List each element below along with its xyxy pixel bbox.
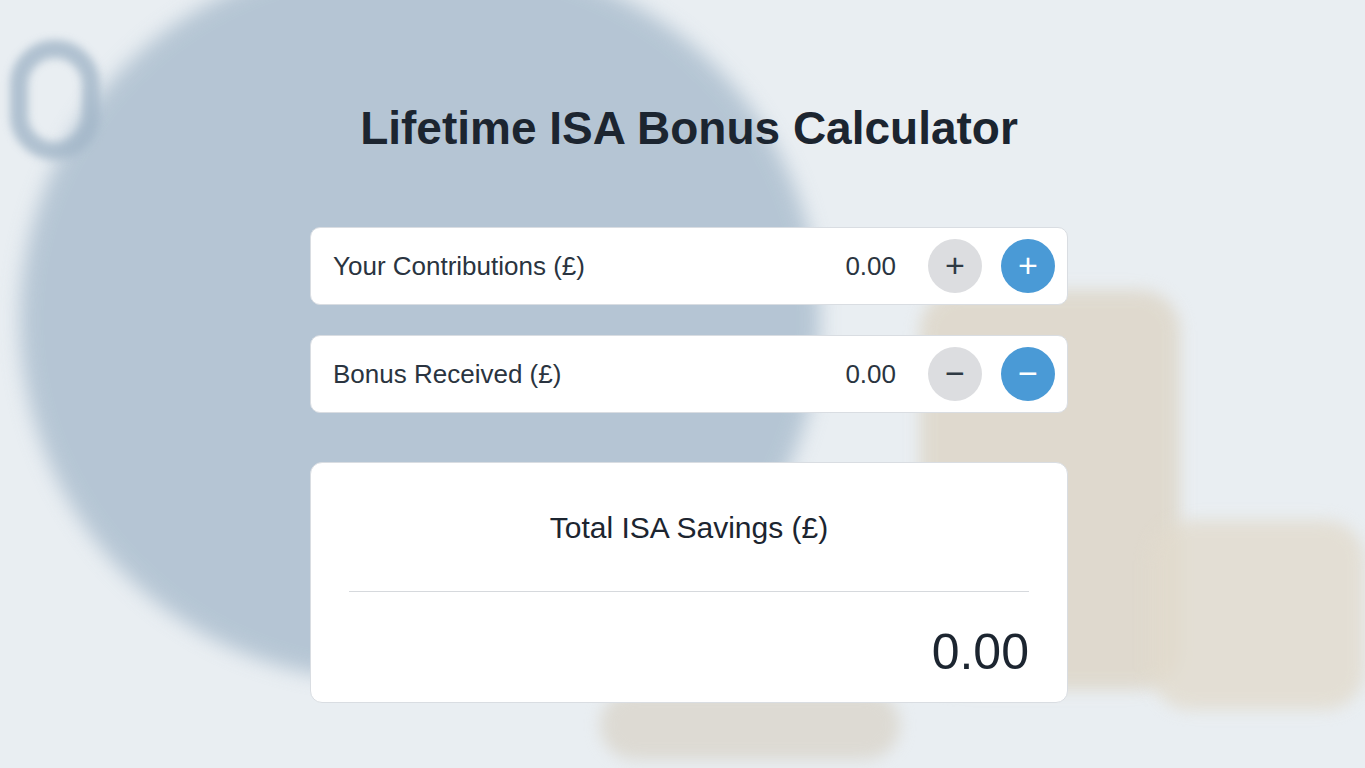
- button-symbol: +: [1018, 248, 1038, 282]
- calculator: Lifetime ISA Bonus Calculator Your Contri…: [310, 0, 1068, 703]
- button-symbol: −: [1018, 356, 1038, 390]
- field-label: Bonus Received (£): [333, 355, 845, 394]
- field-value[interactable]: 0.00: [845, 247, 896, 286]
- total-value: 0.00: [349, 622, 1029, 682]
- field-label: Your Contributions (£): [333, 247, 845, 286]
- total-card: Total ISA Savings (£) 0.00: [310, 462, 1068, 703]
- page: Lifetime ISA Bonus Calculator Your Contri…: [0, 0, 1365, 768]
- calculator-title: Lifetime ISA Bonus Calculator: [310, 100, 1068, 156]
- plain-round-button[interactable]: −: [928, 347, 982, 401]
- plain-round-button[interactable]: +: [928, 239, 982, 293]
- field-value[interactable]: 0.00: [845, 355, 896, 394]
- button-group: −−: [928, 347, 1055, 401]
- button-symbol: +: [945, 248, 965, 282]
- field-row: Bonus Received (£)0.00−−: [310, 335, 1068, 413]
- field-list: Your Contributions (£)0.00++Bonus Receiv…: [310, 227, 1068, 413]
- field-row: Your Contributions (£)0.00++: [310, 227, 1068, 305]
- total-divider: [349, 591, 1029, 592]
- filled-round-button[interactable]: −: [1001, 347, 1055, 401]
- total-label: Total ISA Savings (£): [349, 510, 1029, 546]
- button-symbol: −: [945, 356, 965, 390]
- button-group: ++: [928, 239, 1055, 293]
- filled-round-button[interactable]: +: [1001, 239, 1055, 293]
